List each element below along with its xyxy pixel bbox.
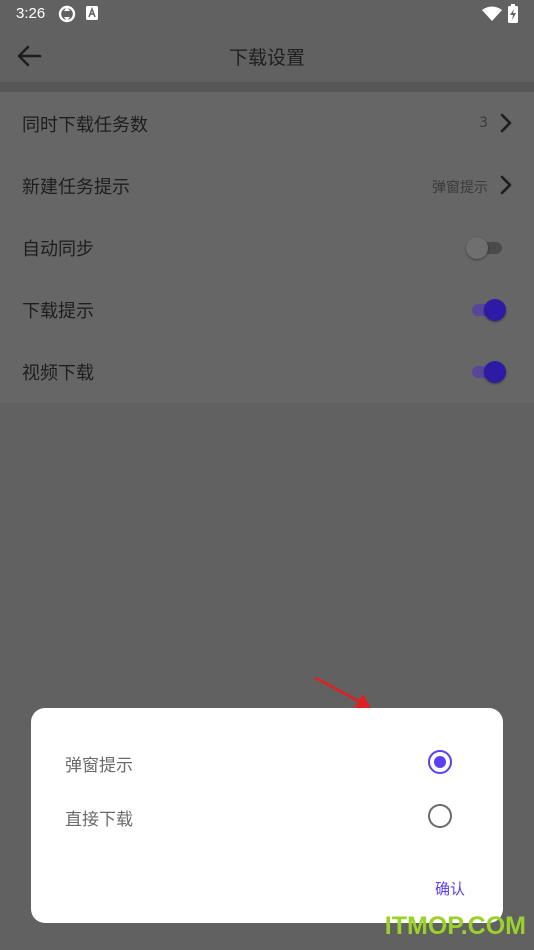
- setting-auto-sync: 自动同步: [0, 216, 534, 278]
- video-download-toggle[interactable]: [468, 360, 508, 383]
- confirm-button[interactable]: 确认: [435, 878, 465, 899]
- toggle-thumb: [466, 237, 488, 259]
- auto-sync-toggle[interactable]: [466, 236, 508, 259]
- dialog-option-direct[interactable]: 直接下载: [31, 794, 503, 838]
- setting-value: 3: [479, 115, 488, 131]
- toolbar: 下载设置: [0, 28, 534, 82]
- option-label: 直接下载: [65, 810, 133, 830]
- chevron-right-icon: [500, 175, 512, 195]
- setting-label: 新建任务提示: [22, 177, 130, 198]
- dialog-option-popup[interactable]: 弹窗提示: [31, 740, 503, 784]
- option-label: 弹窗提示: [65, 756, 133, 776]
- page-title: 下载设置: [228, 47, 305, 69]
- setting-concurrent-downloads[interactable]: 同时下载任务数 3: [0, 92, 534, 154]
- prompt-mode-dialog: 弹窗提示 直接下载 确认: [31, 708, 503, 923]
- setting-download-prompt: 下载提示: [0, 278, 534, 340]
- setting-label: 自动同步: [22, 239, 94, 260]
- battery-charging-icon: [507, 4, 519, 28]
- chevron-right-icon: [500, 113, 512, 133]
- keyboard-a-icon: [85, 5, 99, 25]
- toggle-thumb: [484, 361, 506, 383]
- section-divider: [0, 82, 534, 92]
- download-prompt-toggle[interactable]: [468, 298, 508, 321]
- watermark: ITMOP.COM: [384, 912, 526, 940]
- status-time: 3:26: [16, 5, 46, 22]
- toggle-thumb: [484, 299, 506, 321]
- radio-unchecked[interactable]: [428, 804, 452, 828]
- wifi-icon: [482, 6, 502, 26]
- setting-value: 弹窗提示: [432, 180, 488, 196]
- setting-label: 下载提示: [22, 301, 94, 322]
- setting-video-download: 视频下载: [0, 340, 534, 402]
- status-bar: 3:26: [0, 0, 534, 28]
- setting-new-task-prompt[interactable]: 新建任务提示 弹窗提示: [0, 154, 534, 216]
- setting-label: 视频下载: [22, 363, 94, 384]
- setting-label: 同时下载任务数: [22, 115, 148, 136]
- sync-icon: [58, 5, 76, 27]
- radio-checked[interactable]: [428, 750, 452, 774]
- radio-dot: [434, 756, 446, 768]
- settings-list: 同时下载任务数 3 新建任务提示 弹窗提示 自动同步 下载提示 视频下载: [0, 92, 534, 403]
